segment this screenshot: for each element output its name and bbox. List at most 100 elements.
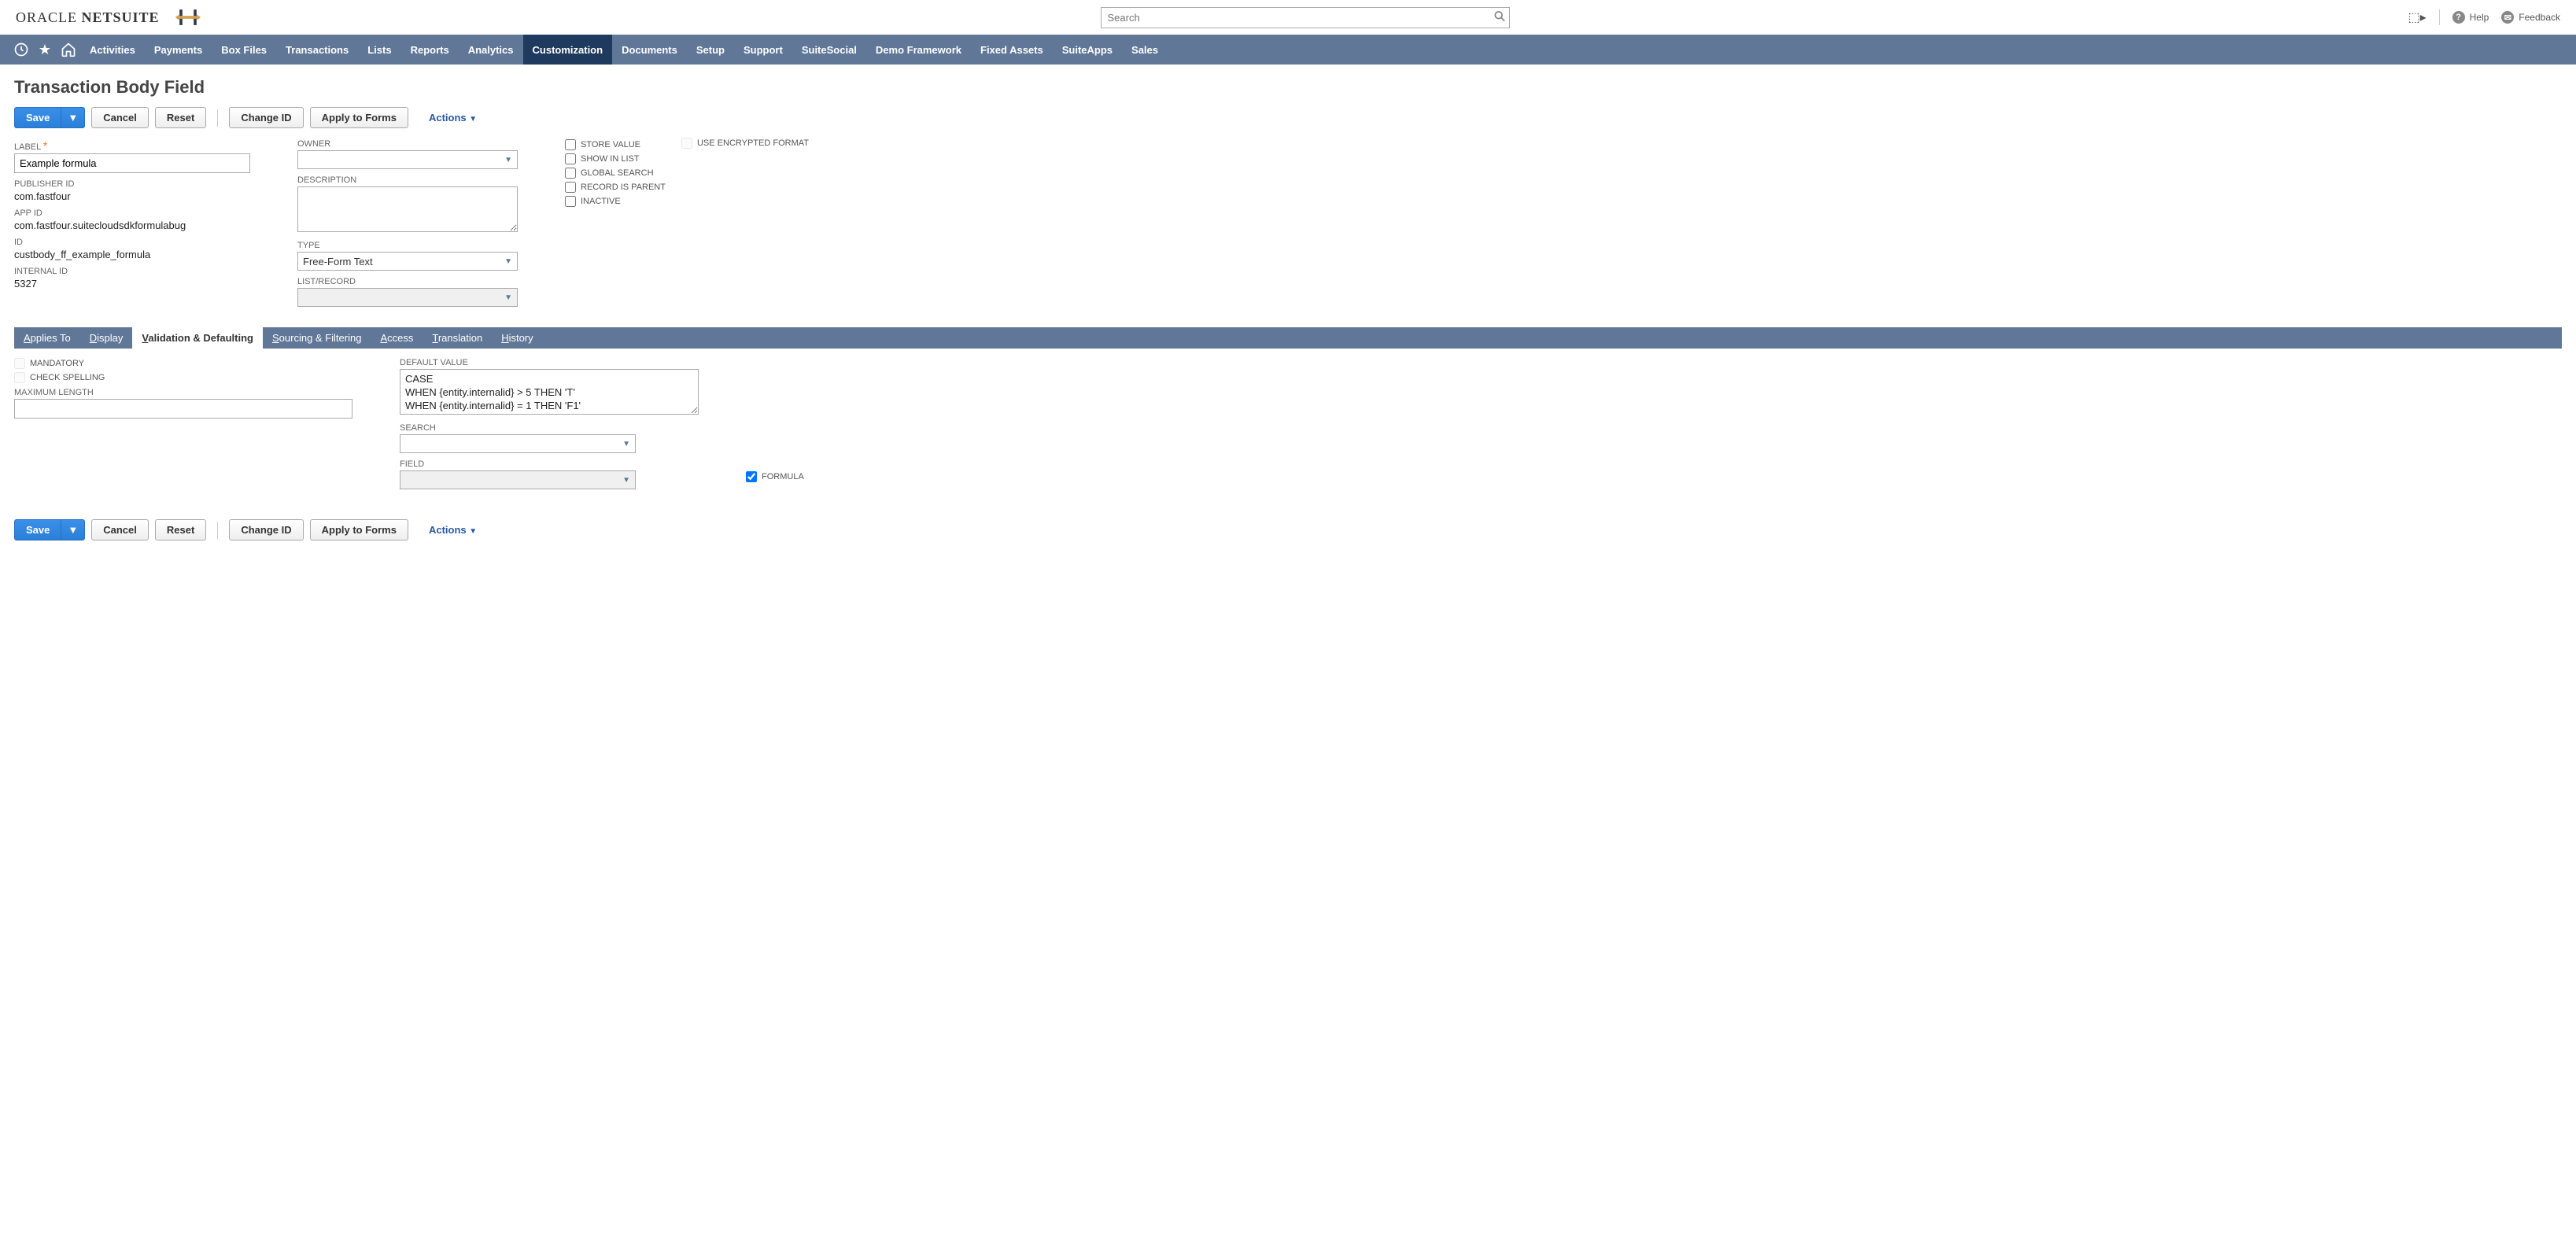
change-id-button[interactable]: Change ID	[229, 107, 303, 128]
save-dropdown-button[interactable]: ▼	[61, 107, 85, 128]
nav-suitesocial[interactable]: SuiteSocial	[792, 35, 866, 65]
required-marker: *	[43, 139, 47, 152]
actions-menu-bottom[interactable]: Actions ▼	[429, 524, 477, 536]
store-value-check: STORE VALUE	[565, 139, 666, 150]
nav-sales[interactable]: Sales	[1122, 35, 1168, 65]
role-switcher-icon[interactable]: ⬚▸	[2408, 9, 2426, 25]
max-length-input[interactable]	[14, 399, 352, 419]
recent-icon[interactable]	[9, 38, 33, 61]
favorites-icon[interactable]: ★	[33, 38, 57, 61]
help-icon: ?	[2452, 11, 2465, 24]
nav-support[interactable]: Support	[734, 35, 792, 65]
reset-button-bottom[interactable]: Reset	[155, 519, 206, 540]
netsuite-logo[interactable]: ORACLE NETSUITE	[16, 9, 160, 26]
record-parent-checkbox[interactable]	[565, 182, 576, 193]
owner-label: OWNER	[297, 139, 518, 149]
apply-forms-button[interactable]: Apply to Forms	[310, 107, 408, 128]
show-in-list-checkbox[interactable]	[565, 153, 576, 164]
change-id-button-bottom[interactable]: Change ID	[229, 519, 303, 540]
save-button-bottom[interactable]: Save	[14, 519, 61, 540]
check-spelling-check: CHECK SPELLING	[14, 372, 352, 383]
subtab-applies-to[interactable]: Applies To	[14, 327, 80, 349]
home-icon[interactable]	[57, 38, 80, 61]
inactive-check: INACTIVE	[565, 196, 666, 207]
feedback-link[interactable]: ✉ Feedback	[2501, 11, 2560, 24]
chevron-down-icon: ▼	[622, 476, 630, 485]
save-button-split-bottom: Save ▼	[14, 519, 85, 540]
store-value-checkbox[interactable]	[565, 139, 576, 150]
nav-payments[interactable]: Payments	[145, 35, 212, 65]
header-right: ⬚▸ ? Help ✉ Feedback	[2408, 9, 2560, 25]
owner-select[interactable]: ▼	[297, 150, 518, 169]
id-value: custbody_ff_example_formula	[14, 249, 250, 260]
record-parent-label: RECORD IS PARENT	[581, 183, 666, 192]
cancel-button-bottom[interactable]: Cancel	[91, 519, 149, 540]
type-select[interactable]: Free-Form Text ▼	[297, 252, 518, 271]
nav-reports[interactable]: Reports	[401, 35, 459, 65]
top-bar: ORACLE NETSUITE ⬚▸ ? Help ✉ Feedback	[0, 0, 2576, 35]
nav-lists[interactable]: Lists	[358, 35, 400, 65]
subtab-access[interactable]: Access	[371, 327, 423, 349]
nav-demo-framework[interactable]: Demo Framework	[866, 35, 971, 65]
help-label: Help	[2470, 12, 2489, 23]
mandatory-checkbox	[14, 358, 25, 369]
subtab-history[interactable]: History	[492, 327, 542, 349]
id-field: ID custbody_ff_example_formula	[14, 238, 250, 260]
nav-fixed-assets[interactable]: Fixed Assets	[971, 35, 1053, 65]
nav-items: ActivitiesPaymentsBox FilesTransactionsL…	[80, 35, 1168, 65]
global-search-check: GLOBAL SEARCH	[565, 168, 666, 179]
help-link[interactable]: ? Help	[2452, 11, 2489, 24]
nav-customization[interactable]: Customization	[523, 35, 613, 65]
default-value-textarea[interactable]	[400, 369, 699, 415]
nav-box-files[interactable]: Box Files	[212, 35, 276, 65]
label-field: LABEL *	[14, 139, 250, 173]
description-textarea[interactable]	[297, 186, 518, 232]
apply-forms-button-bottom[interactable]: Apply to Forms	[310, 519, 408, 540]
search-box	[1101, 7, 1510, 28]
subtab-validation-defaulting[interactable]: Validation & Defaulting	[132, 327, 263, 349]
nav-analytics[interactable]: Analytics	[459, 35, 523, 65]
feedback-label: Feedback	[2519, 12, 2560, 23]
subtab-translation[interactable]: Translation	[423, 327, 492, 349]
subtabs: Applies ToDisplayValidation & Defaulting…	[14, 327, 2562, 349]
default-value-label: DEFAULT VALUE	[400, 358, 699, 367]
label-input[interactable]	[14, 153, 250, 173]
main-nav: ★ ActivitiesPaymentsBox FilesTransaction…	[0, 35, 2576, 65]
subtab-sourcing-filtering[interactable]: Sourcing & Filtering	[263, 327, 371, 349]
nav-activities[interactable]: Activities	[80, 35, 145, 65]
save-dropdown-button-bottom[interactable]: ▼	[61, 519, 85, 540]
internal-id-field: INTERNAL ID 5327	[14, 267, 250, 290]
nav-suiteapps[interactable]: SuiteApps	[1053, 35, 1122, 65]
internal-id-label: INTERNAL ID	[14, 267, 250, 276]
mandatory-label: MANDATORY	[30, 359, 84, 368]
save-button[interactable]: Save	[14, 107, 61, 128]
subtab-display[interactable]: Display	[80, 327, 133, 349]
inactive-checkbox[interactable]	[565, 196, 576, 207]
nav-documents[interactable]: Documents	[612, 35, 687, 65]
encrypted-checkbox	[681, 138, 692, 149]
reset-button[interactable]: Reset	[155, 107, 206, 128]
global-search-checkbox[interactable]	[565, 168, 576, 179]
check-spelling-label: CHECK SPELLING	[30, 373, 105, 382]
max-length-label: MAXIMUM LENGTH	[14, 388, 352, 397]
search-select[interactable]: ▼	[400, 434, 636, 453]
search-input[interactable]	[1101, 7, 1510, 28]
company-logo[interactable]	[174, 6, 202, 28]
formula-checkbox[interactable]	[746, 471, 757, 482]
field-field: FIELD ▼	[400, 459, 699, 489]
actions-menu[interactable]: Actions ▼	[429, 112, 477, 124]
formula-label: FORMULA	[762, 472, 804, 481]
id-label: ID	[14, 238, 250, 247]
cancel-button[interactable]: Cancel	[91, 107, 149, 128]
validation-left: MANDATORY CHECK SPELLING MAXIMUM LENGTH	[14, 358, 352, 496]
listrecord-select: ▼	[297, 288, 518, 307]
save-button-split: Save ▼	[14, 107, 85, 128]
publisher-id-label: PUBLISHER ID	[14, 179, 250, 189]
validation-mid: DEFAULT VALUE SEARCH ▼ FIELD ▼	[400, 358, 699, 496]
nav-transactions[interactable]: Transactions	[276, 35, 358, 65]
nav-setup[interactable]: Setup	[687, 35, 734, 65]
internal-id-value: 5327	[14, 278, 250, 290]
publisher-id-field: PUBLISHER ID com.fastfour	[14, 179, 250, 202]
search-icon[interactable]	[1494, 11, 1505, 24]
toolbar-separator	[217, 109, 218, 127]
